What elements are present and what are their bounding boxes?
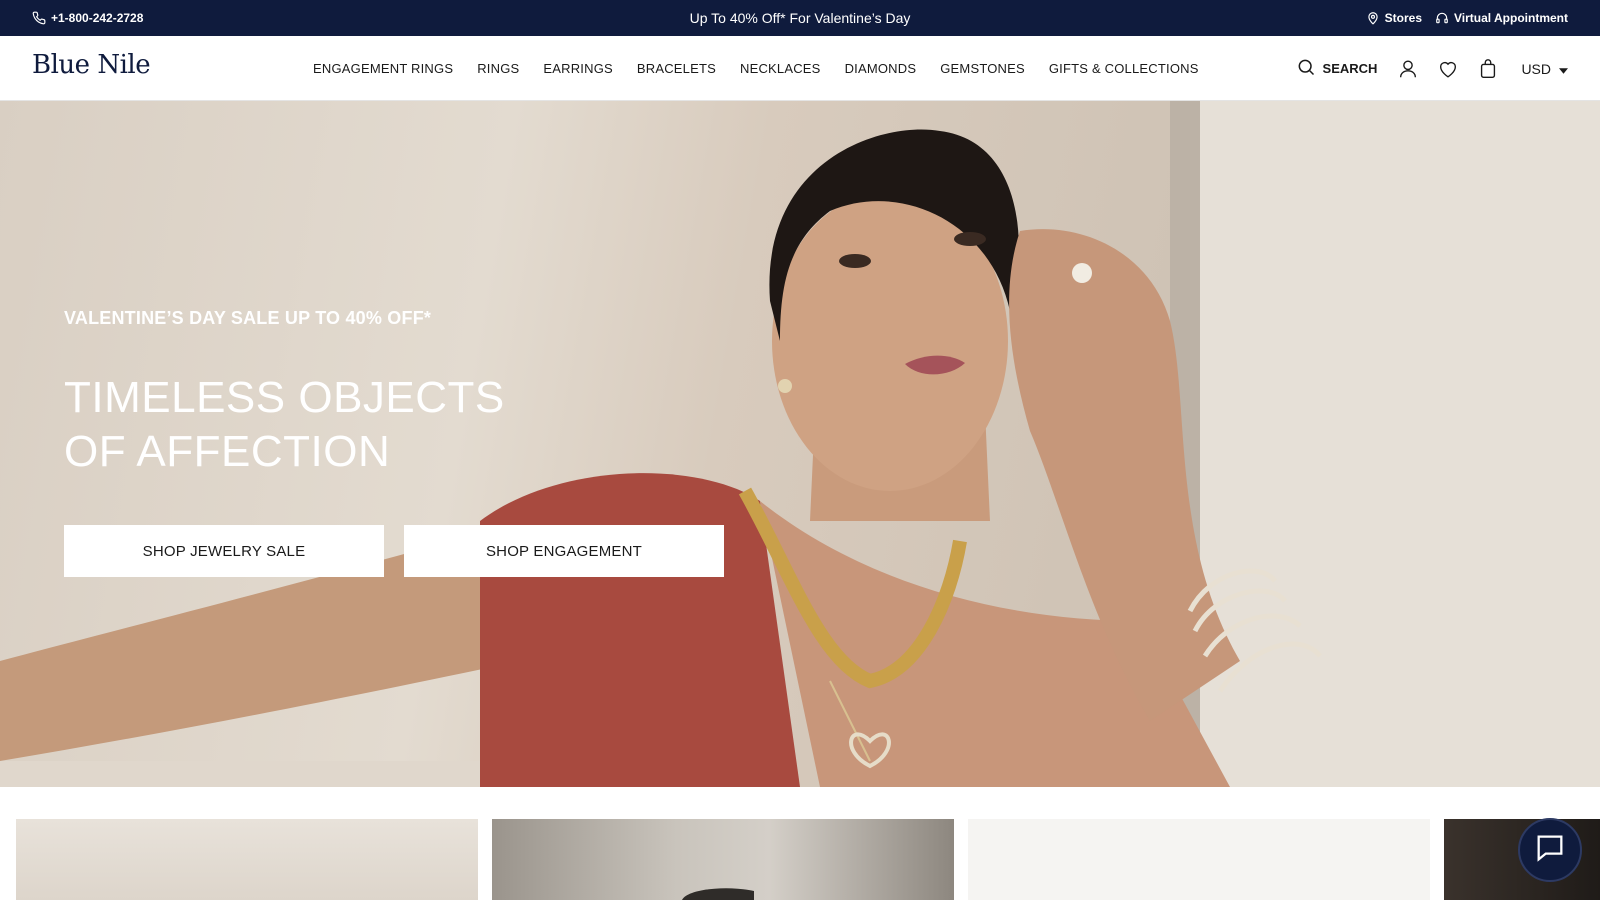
main-nav: ENGAGEMENT RINGS RINGS EARRINGS BRACELET… <box>301 36 1211 101</box>
cart-button[interactable] <box>1477 58 1499 80</box>
virtual-appointment-link[interactable]: Virtual Appointment <box>1435 11 1568 25</box>
search-icon <box>1296 57 1316 80</box>
phone-icon <box>32 11 46 25</box>
hero-headline-line2: OF AFFECTION <box>64 427 391 476</box>
currency-label: USD <box>1521 60 1551 77</box>
promo-card-3[interactable] <box>968 819 1430 900</box>
nav-necklaces[interactable]: NECKLACES <box>728 61 833 76</box>
hero-headline-line1: TIMELESS OBJECTS <box>64 373 505 422</box>
account-button[interactable] <box>1397 58 1419 80</box>
nav-gifts-collections[interactable]: GIFTS & COLLECTIONS <box>1037 61 1211 76</box>
nav-diamonds[interactable]: DIAMONDS <box>833 61 929 76</box>
nav-earrings[interactable]: EARRINGS <box>531 61 625 76</box>
virtual-appointment-label: Virtual Appointment <box>1454 11 1568 25</box>
logo[interactable]: Blue Nile <box>32 50 151 80</box>
promo-cards <box>0 819 1600 900</box>
nav-rings[interactable]: RINGS <box>465 61 531 76</box>
search-button[interactable]: SEARCH <box>1296 57 1378 80</box>
stores-label: Stores <box>1384 11 1422 25</box>
heart-icon <box>1437 58 1459 80</box>
nav-engagement-rings[interactable]: ENGAGEMENT RINGS <box>301 61 465 76</box>
promo-topbar: +1-800-242-2728 Up To 40% Off* For Valen… <box>0 0 1600 36</box>
promo-card-1[interactable] <box>16 819 478 900</box>
shop-engagement-button[interactable]: SHOP ENGAGEMENT <box>404 525 724 577</box>
promo-card-2[interactable] <box>492 819 954 900</box>
hero-headline: TIMELESS OBJECTS OF AFFECTION <box>64 371 505 479</box>
headset-icon <box>1435 11 1449 25</box>
phone-number: +1-800-242-2728 <box>51 11 144 25</box>
chat-icon <box>1533 831 1567 870</box>
shop-jewelry-sale-button[interactable]: SHOP JEWELRY SALE <box>64 525 384 577</box>
caret-down-icon <box>1559 61 1568 77</box>
nav-bracelets[interactable]: BRACELETS <box>625 61 728 76</box>
account-icon <box>1397 58 1419 80</box>
stores-link[interactable]: Stores <box>1366 11 1422 25</box>
nav-gemstones[interactable]: GEMSTONES <box>928 61 1037 76</box>
hero-banner: VALENTINE’S DAY SALE UP TO 40% OFF* TIME… <box>0 101 1600 787</box>
wishlist-button[interactable] <box>1437 58 1459 80</box>
hero-eyebrow: VALENTINE’S DAY SALE UP TO 40% OFF* <box>64 308 432 328</box>
currency-selector[interactable]: USD <box>1521 61 1568 77</box>
chat-button[interactable] <box>1518 818 1582 882</box>
phone-link[interactable]: +1-800-242-2728 <box>32 0 143 36</box>
search-label: SEARCH <box>1322 61 1378 76</box>
promo-message[interactable]: Up To 40% Off* For Valentine’s Day <box>690 10 911 26</box>
bag-icon <box>1477 58 1499 80</box>
site-header: Blue Nile ENGAGEMENT RINGS RINGS EARRING… <box>0 36 1600 101</box>
location-pin-icon <box>1366 11 1380 25</box>
